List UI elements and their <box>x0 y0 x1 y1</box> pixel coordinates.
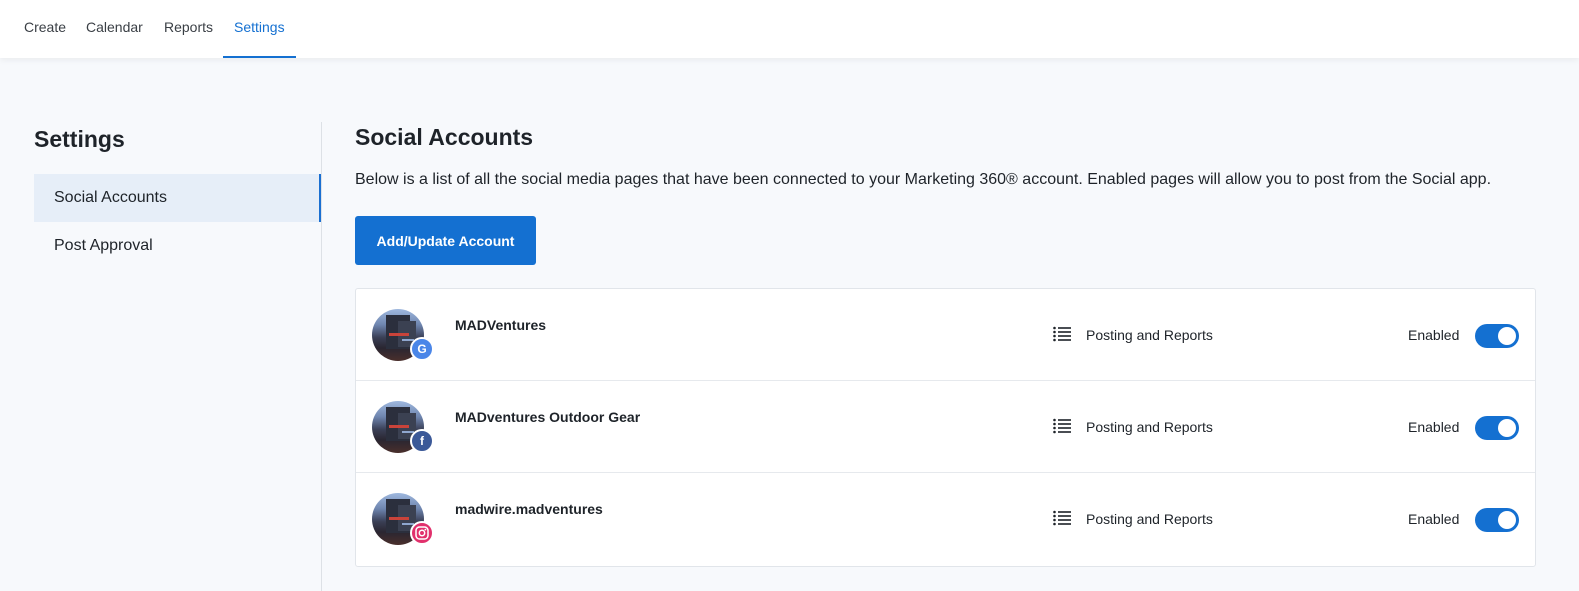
list-icon <box>1053 418 1071 434</box>
page-title: Social Accounts <box>355 124 534 150</box>
tab-calendar[interactable]: Calendar <box>86 0 143 58</box>
status-label: Enabled <box>1408 327 1460 343</box>
account-row: f MADventures Outdoor Gear Posting and R… <box>356 381 1535 473</box>
instagram-icon <box>410 521 434 545</box>
sidebar-item-post-approval[interactable]: Post Approval <box>34 222 321 270</box>
enable-toggle[interactable] <box>1475 508 1519 532</box>
account-row: madwire.madventures Posting and Reports … <box>356 473 1535 565</box>
account-name: MADventures Outdoor Gear <box>455 409 641 425</box>
enable-toggle[interactable] <box>1475 416 1519 440</box>
list-icon <box>1053 510 1071 526</box>
enable-toggle[interactable] <box>1475 324 1519 348</box>
page-description: Below is a list of all the social media … <box>355 171 1492 188</box>
account-name: MADVentures <box>455 317 547 333</box>
account-name: madwire.madventures <box>455 501 603 517</box>
tab-reports[interactable]: Reports <box>164 0 213 58</box>
tab-create[interactable]: Create <box>24 0 66 58</box>
add-update-account-button[interactable]: Add/Update Account <box>355 216 536 265</box>
permission-label: Posting and Reports <box>1086 511 1213 527</box>
instagram-glyph <box>415 526 429 540</box>
sidebar-title: Settings <box>34 126 125 152</box>
accounts-list: G MADVentures Posting and Reports Enable… <box>355 288 1536 567</box>
permission-label: Posting and Reports <box>1086 419 1213 435</box>
status-label: Enabled <box>1408 511 1460 527</box>
toggle-knob <box>1498 511 1516 529</box>
google-icon: G <box>410 337 434 361</box>
tab-settings[interactable]: Settings <box>223 0 296 58</box>
sidebar-item-social-accounts[interactable]: Social Accounts <box>34 174 321 222</box>
list-icon <box>1053 326 1071 342</box>
account-row: G MADVentures Posting and Reports Enable… <box>356 289 1535 381</box>
toggle-knob <box>1498 327 1516 345</box>
sidebar-divider <box>321 122 322 591</box>
permission-label: Posting and Reports <box>1086 327 1213 343</box>
status-label: Enabled <box>1408 419 1460 435</box>
toggle-knob <box>1498 419 1516 437</box>
facebook-icon: f <box>410 429 434 453</box>
top-nav: Create Calendar Reports Settings <box>0 0 1579 58</box>
